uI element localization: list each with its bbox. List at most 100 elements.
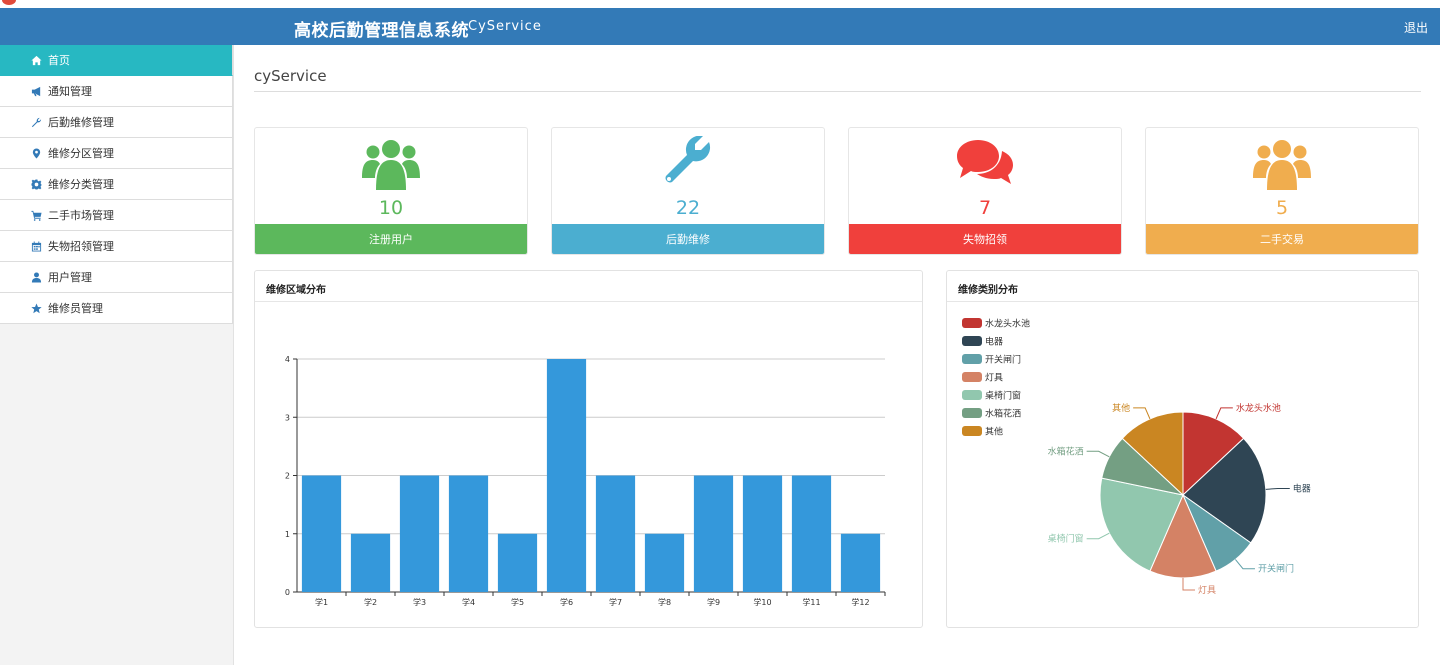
pie-label: 电器 <box>1293 483 1311 495</box>
x-tick-label: 学9 <box>707 597 720 607</box>
sidebar-item-label: 首页 <box>48 54 70 67</box>
gear-icon <box>30 178 42 190</box>
pie-label: 开关闸门 <box>1258 563 1294 575</box>
legend-label: 开关闸门 <box>985 354 1021 366</box>
sidebar-item-users[interactable]: 用户管理 <box>0 262 233 293</box>
users-icon <box>362 140 420 190</box>
stat-value: 10 <box>378 197 404 219</box>
bar-chart-panel: 维修区域分布 0 1 2 3 4 学1 学2 学3 学4 学5 学6 学7 学8 学9 学10 学11 学12 <box>254 270 923 628</box>
pie-label: 水箱花洒 <box>1048 445 1084 457</box>
pie-label: 桌椅门窗 <box>1048 533 1084 545</box>
logout-link[interactable]: 退出 <box>1404 19 1428 36</box>
bar-学10 <box>742 475 783 592</box>
pie-chart: 水龙头水池电器开关闸门灯具桌椅门窗水箱花洒其他水龙头水池电器开关闸门灯具桌椅门窗… <box>962 318 1311 596</box>
bar-学6 <box>546 359 587 592</box>
sidebar-item-label: 维修员管理 <box>48 302 103 315</box>
legend-swatch <box>962 354 982 364</box>
top-navbar: 高校后勤管理信息系统 CyService 退出 <box>0 8 1440 45</box>
stat-label-repairs[interactable]: 后勤维修 <box>552 224 824 254</box>
sidebar-item-home[interactable]: 首页 <box>0 45 233 76</box>
pie-chart-panel: 维修类别分布 水龙头水池 电器 开关闸门 灯具 桌椅门窗 水箱花洒 其他 水龙头水池 电器 开关闸… <box>946 270 1419 628</box>
stat-label-registered-users[interactable]: 注册用户 <box>255 224 527 254</box>
sidebar-item-label: 后勤维修管理 <box>48 116 114 129</box>
legend-label: 水龙头水池 <box>985 318 1030 330</box>
legend-swatch <box>962 426 982 436</box>
bar-chart: 0 1 2 3 4 学1 学2 学3 学4 学5 学6 学7 学8 学9 学10 学11 学12 <box>285 355 886 607</box>
stat-card-users: 10 注册用户 <box>254 127 528 255</box>
bar-学3 <box>399 475 440 592</box>
bar-学8 <box>644 533 685 592</box>
y-tick-label: 4 <box>285 355 290 364</box>
bar-学11 <box>791 475 832 592</box>
x-tick-label: 学11 <box>802 597 820 607</box>
star-icon <box>30 302 42 314</box>
legend-swatch <box>962 336 982 346</box>
bar-chart-title: 维修区域分布 <box>255 271 922 302</box>
legend-label: 桌椅门窗 <box>985 390 1021 402</box>
x-tick-label: 学4 <box>462 597 475 607</box>
y-tick-label: 3 <box>285 413 290 422</box>
title-divider <box>254 91 1421 92</box>
legend-swatch <box>962 318 982 328</box>
pie-label-line <box>1234 559 1255 570</box>
sidebar-item-label: 二手市场管理 <box>48 209 114 222</box>
stat-card-repairs: 22 后勤维修 <box>551 127 825 255</box>
legend-label: 电器 <box>985 336 1003 348</box>
x-tick-label: 学5 <box>511 597 524 607</box>
browser-favicon-icon <box>2 0 16 5</box>
x-tick-label: 学12 <box>851 597 869 607</box>
map-marker-icon <box>30 147 42 159</box>
calendar-icon <box>30 240 42 252</box>
main-content: cyService 10 注册用户 22 后勤维修 7 失物招领 5 二手交易 … <box>235 45 1440 665</box>
users-icon <box>1253 140 1311 190</box>
bar-学2 <box>350 533 391 592</box>
legend-swatch <box>962 390 982 400</box>
legend-label: 灯具 <box>985 373 1003 384</box>
y-tick-label: 1 <box>285 530 290 539</box>
x-tick-label: 学7 <box>609 597 622 607</box>
sidebar-item-categories[interactable]: 维修分类管理 <box>0 169 233 200</box>
bar-学12 <box>840 533 881 592</box>
pie-label-line <box>1215 407 1233 420</box>
app-title: 高校后勤管理信息系统 <box>294 21 469 41</box>
x-tick-label: 学10 <box>753 597 771 607</box>
x-tick-label: 学6 <box>560 597 573 607</box>
stat-label-lost-found[interactable]: 失物招领 <box>849 224 1121 254</box>
sidebar-item-market[interactable]: 二手市场管理 <box>0 200 233 231</box>
sidebar-item-notices[interactable]: 通知管理 <box>0 76 233 107</box>
stat-value: 7 <box>978 197 992 219</box>
y-tick-label: 2 <box>285 472 290 481</box>
stat-value: 5 <box>1275 197 1289 219</box>
sidebar-item-lost-found[interactable]: 失物招领管理 <box>0 231 233 262</box>
pie-label: 其他 <box>1112 402 1130 414</box>
sidebar-item-zones[interactable]: 维修分区管理 <box>0 138 233 169</box>
user-icon <box>30 271 42 283</box>
legend-label: 其他 <box>985 426 1003 438</box>
pie-label: 灯具 <box>1198 585 1216 596</box>
x-tick-label: 学2 <box>364 597 377 607</box>
comments-icon <box>957 140 1013 184</box>
bar-学9 <box>693 475 734 592</box>
bar-学4 <box>448 475 489 592</box>
y-tick-label: 0 <box>285 588 290 597</box>
wrench-icon <box>665 136 711 183</box>
sidebar-item-label: 通知管理 <box>48 85 92 98</box>
sidebar-item-label: 维修分区管理 <box>48 147 114 160</box>
sidebar-item-repairs[interactable]: 后勤维修管理 <box>0 107 233 138</box>
stat-label-secondhand[interactable]: 二手交易 <box>1146 224 1418 254</box>
pie-label-line <box>1265 488 1290 490</box>
bar-学7 <box>595 475 636 592</box>
legend-label: 水箱花洒 <box>985 408 1021 420</box>
pie-label-line <box>1086 450 1110 458</box>
sidebar-item-repairmen[interactable]: 维修员管理 <box>0 293 233 324</box>
page-title: cyService <box>254 67 327 85</box>
browser-top-strip <box>0 0 1440 8</box>
pie-label-line <box>1133 407 1151 420</box>
home-icon <box>30 54 42 66</box>
bar-学5 <box>497 533 538 592</box>
x-tick-label: 学8 <box>658 597 671 607</box>
stat-card-secondhand: 5 二手交易 <box>1145 127 1419 255</box>
bar-学1 <box>301 475 342 592</box>
stat-value: 22 <box>675 197 701 219</box>
legend-swatch <box>962 372 982 382</box>
